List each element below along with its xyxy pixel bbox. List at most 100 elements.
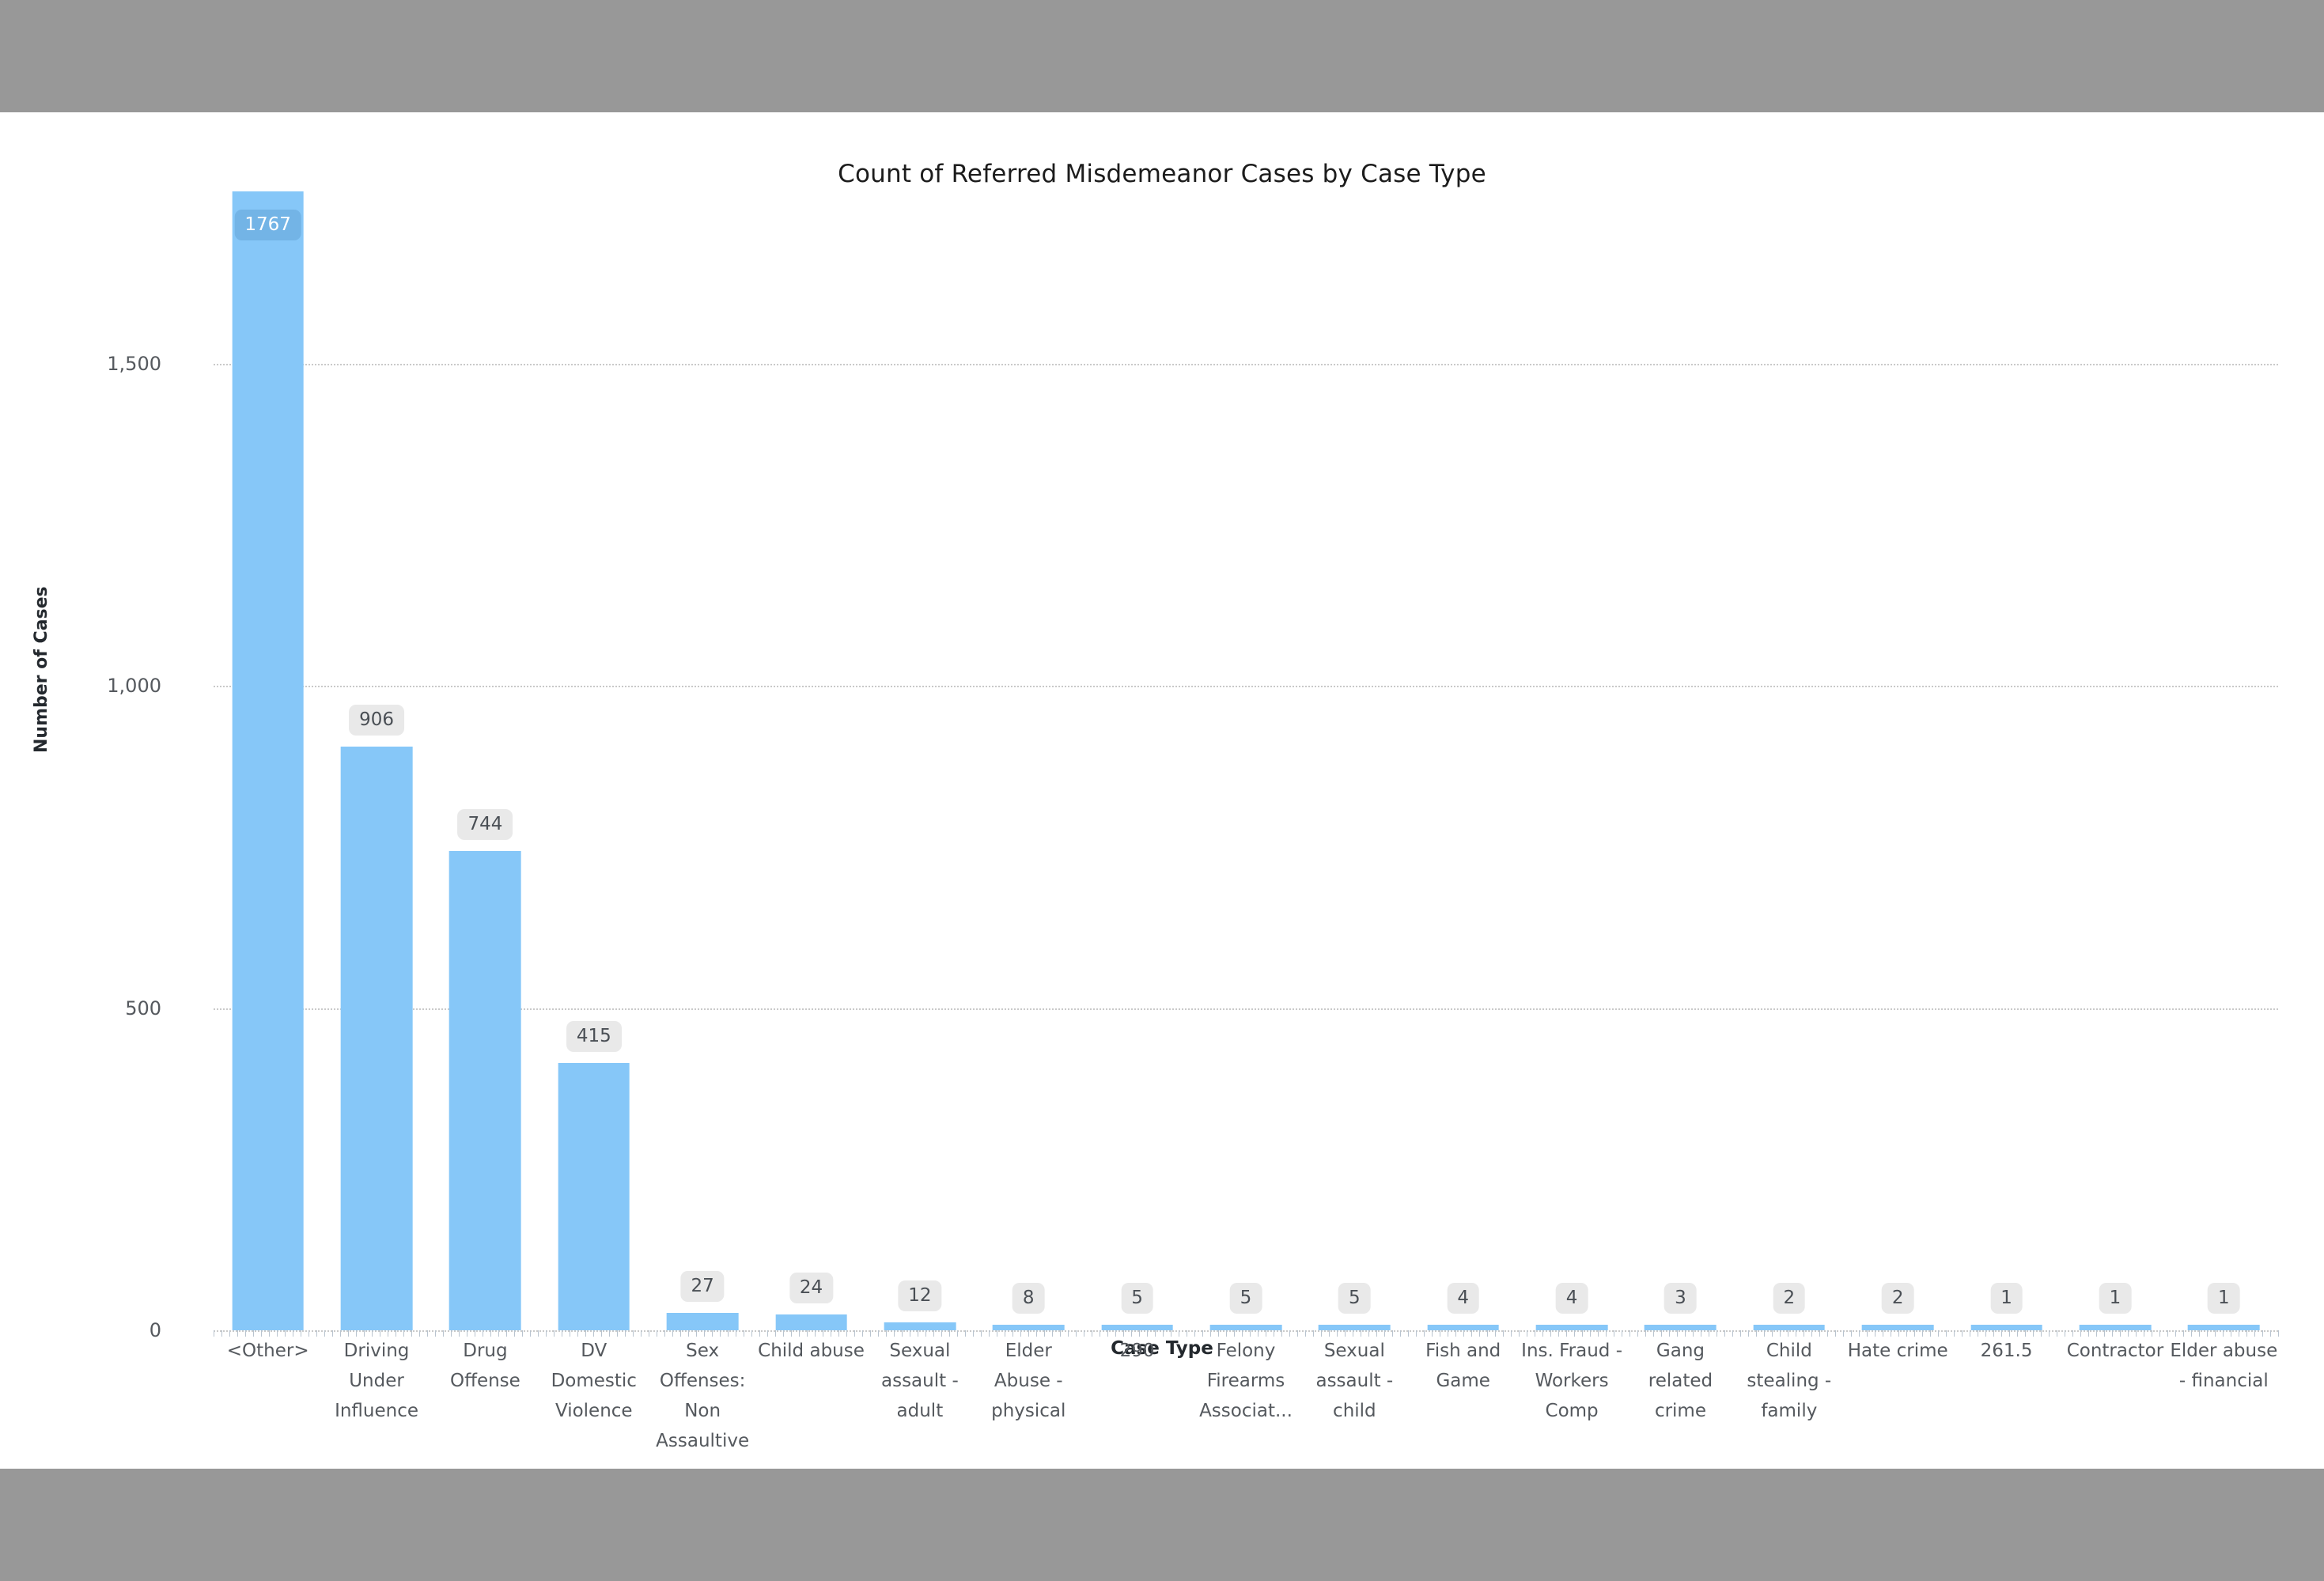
axis-minor-tick	[2041, 1330, 2042, 1337]
bar[interactable]	[1101, 1325, 1173, 1330]
axis-minor-tick	[1740, 1330, 1741, 1337]
axis-minor-tick	[870, 1330, 871, 1337]
axis-minor-tick	[1811, 1330, 1812, 1337]
bar-slot[interactable]: 1767	[214, 191, 322, 1330]
axis-minor-tick	[1590, 1330, 1591, 1337]
bar-slot[interactable]: 744	[431, 191, 539, 1330]
bar-slot[interactable]: 2	[1844, 191, 1952, 1330]
bar-slot[interactable]: 5	[1300, 191, 1409, 1330]
axis-minor-tick	[2112, 1330, 2113, 1337]
axis-minor-tick	[1503, 1330, 1504, 1337]
bar-slot[interactable]: 906	[322, 191, 430, 1330]
axis-minor-tick	[886, 1330, 887, 1337]
bar[interactable]	[1319, 1325, 1391, 1330]
axis-minor-tick	[1139, 1330, 1140, 1337]
bar[interactable]	[2079, 1325, 2152, 1330]
axis-minor-tick	[1922, 1330, 1923, 1337]
x-axis-tick-label: DV Domestic Violence	[551, 1341, 637, 1421]
axis-minor-tick	[2096, 1330, 2097, 1337]
axis-minor-tick	[1993, 1330, 1994, 1337]
axis-minor-tick	[1637, 1330, 1638, 1337]
axis-minor-tick	[680, 1330, 681, 1337]
bar-slot[interactable]: 1	[2170, 191, 2278, 1330]
axis-minor-tick	[981, 1330, 982, 1337]
axis-minor-tick	[316, 1330, 317, 1337]
axis-minor-tick	[941, 1330, 942, 1337]
bar-slot[interactable]: 5	[1191, 191, 1300, 1330]
axis-minor-tick	[411, 1330, 412, 1337]
axis-minor-tick	[672, 1330, 673, 1337]
bar-slot[interactable]: 24	[757, 191, 865, 1330]
bar-slot[interactable]: 1	[1952, 191, 2061, 1330]
bar[interactable]	[232, 191, 304, 1330]
x-axis-tick-label: Felony Firearms Associat...	[1199, 1341, 1293, 1421]
bar[interactable]	[1970, 1325, 2042, 1330]
chart-title: Count of Referred Misdemeanor Cases by C…	[838, 160, 1486, 188]
bar-value-label: 5	[1229, 1283, 1262, 1314]
bar-slot[interactable]: 4	[1517, 191, 1626, 1330]
axis-minor-tick	[514, 1330, 515, 1337]
axis-minor-tick	[269, 1330, 270, 1337]
axis-minor-tick	[1566, 1330, 1567, 1337]
axis-minor-tick	[1068, 1330, 1069, 1337]
axis-minor-tick	[791, 1330, 792, 1337]
bar[interactable]	[884, 1322, 956, 1330]
bar[interactable]	[449, 850, 521, 1330]
bar-slot[interactable]: 4	[1409, 191, 1517, 1330]
bar-slot[interactable]: 8	[975, 191, 1083, 1330]
axis-minor-tick	[688, 1330, 689, 1337]
axis-minor-tick	[2215, 1330, 2216, 1337]
x-axis-tick-label: Gang related crime	[1648, 1341, 1713, 1421]
axis-minor-tick	[577, 1330, 578, 1337]
bar[interactable]	[340, 746, 413, 1330]
axis-minor-tick	[2246, 1330, 2247, 1337]
axis-minor-tick	[546, 1330, 547, 1337]
bar[interactable]	[1753, 1325, 1826, 1330]
axis-minor-tick	[1471, 1330, 1472, 1337]
axis-minor-tick	[1827, 1330, 1828, 1337]
bar-slot[interactable]: 415	[539, 191, 648, 1330]
bar[interactable]	[666, 1313, 739, 1330]
bar-slot[interactable]: 1	[2061, 191, 2169, 1330]
axis-minor-tick	[1424, 1330, 1425, 1337]
axis-minor-tick	[1851, 1330, 1852, 1337]
axis-minor-tick	[925, 1330, 926, 1337]
axis-minor-tick	[1677, 1330, 1678, 1337]
axis-minor-tick	[2270, 1330, 2271, 1337]
bar-value-label: 27	[680, 1271, 725, 1302]
y-axis-title: Number of Cases	[32, 586, 51, 753]
bar[interactable]	[1535, 1325, 1608, 1330]
bar[interactable]	[1645, 1325, 1717, 1330]
axis-minor-tick	[1060, 1330, 1061, 1337]
bar[interactable]	[2187, 1325, 2260, 1330]
axis-minor-tick	[2136, 1330, 2137, 1337]
x-axis-tick-label: <Other>	[226, 1341, 309, 1361]
axis-minor-tick	[1985, 1330, 1986, 1337]
bar[interactable]	[775, 1314, 847, 1330]
bar-slot[interactable]: 27	[648, 191, 756, 1330]
axis-minor-tick	[1542, 1330, 1543, 1337]
bar-value-label: 24	[789, 1273, 834, 1304]
bar[interactable]	[1861, 1325, 1934, 1330]
axis-minor-tick	[245, 1330, 246, 1337]
axis-minor-tick	[902, 1330, 903, 1337]
bar-value-label: 906	[349, 704, 404, 736]
bar-slot[interactable]: 5	[1083, 191, 1191, 1330]
bar[interactable]	[1209, 1325, 1282, 1330]
axis-minor-tick	[435, 1330, 436, 1337]
bar[interactable]	[1427, 1325, 1500, 1330]
axis-minor-tick	[1962, 1330, 1963, 1337]
bar-slot[interactable]: 2	[1735, 191, 1843, 1330]
axis-minor-tick	[356, 1330, 357, 1337]
axis-minor-tick	[1653, 1330, 1654, 1337]
bar-slot[interactable]: 12	[865, 191, 974, 1330]
axis-minor-tick	[1479, 1330, 1480, 1337]
axis-minor-tick	[1392, 1330, 1393, 1337]
bar-value-label: 2	[1881, 1283, 1914, 1314]
bar[interactable]	[992, 1325, 1065, 1330]
axis-minor-tick	[1123, 1330, 1124, 1337]
x-axis-tick-label: Drug Offense	[450, 1341, 520, 1391]
bar-value-label: 744	[457, 808, 513, 840]
bar[interactable]	[558, 1062, 630, 1330]
bar-slot[interactable]: 3	[1626, 191, 1735, 1330]
